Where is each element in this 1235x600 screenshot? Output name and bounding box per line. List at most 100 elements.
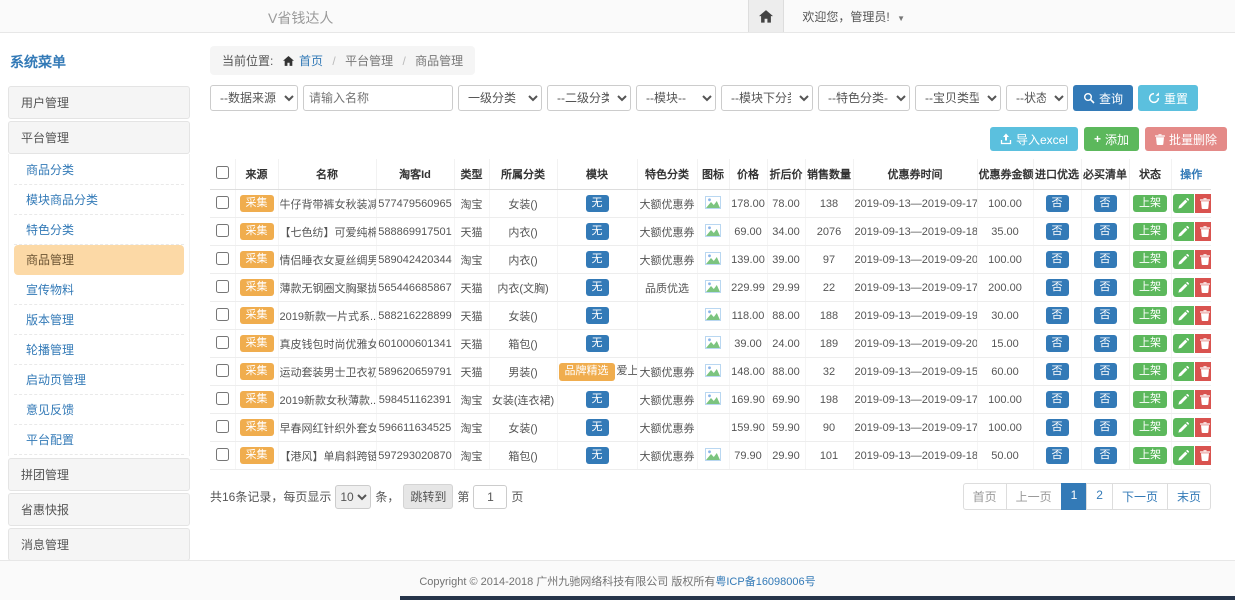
sidebar-item-商品管理[interactable]: 商品管理 bbox=[14, 245, 184, 275]
status-badge[interactable]: 上架 bbox=[1133, 195, 1167, 212]
row-checkbox[interactable] bbox=[216, 196, 229, 209]
delete-button[interactable] bbox=[1195, 446, 1212, 465]
import-select-toggle[interactable]: 否 bbox=[1046, 223, 1069, 240]
delete-button[interactable] bbox=[1195, 362, 1212, 381]
filter-select-宝贝类型[interactable]: --宝贝类型-- bbox=[915, 85, 1001, 111]
delete-button[interactable] bbox=[1195, 306, 1212, 325]
import-select-toggle[interactable]: 否 bbox=[1046, 195, 1069, 212]
sidebar-group-消息管理[interactable]: 消息管理 bbox=[8, 528, 190, 561]
must-buy-toggle[interactable]: 否 bbox=[1094, 391, 1117, 408]
sidebar-item-轮播管理[interactable]: 轮播管理 bbox=[14, 335, 184, 365]
edit-button[interactable] bbox=[1173, 250, 1194, 269]
status-badge[interactable]: 上架 bbox=[1133, 335, 1167, 352]
module-badge[interactable]: 无 bbox=[586, 195, 609, 212]
status-badge[interactable]: 上架 bbox=[1133, 251, 1167, 268]
row-checkbox[interactable] bbox=[216, 224, 229, 237]
delete-button[interactable] bbox=[1195, 390, 1212, 409]
module-badge[interactable]: 无 bbox=[586, 447, 609, 464]
status-badge[interactable]: 上架 bbox=[1133, 391, 1167, 408]
row-checkbox[interactable] bbox=[216, 420, 229, 433]
module-badge[interactable]: 无 bbox=[586, 307, 609, 324]
status-badge[interactable]: 上架 bbox=[1133, 279, 1167, 296]
page-button-下一页[interactable]: 下一页 bbox=[1112, 483, 1168, 510]
page-button-首页[interactable]: 首页 bbox=[963, 483, 1007, 510]
must-buy-toggle[interactable]: 否 bbox=[1094, 363, 1117, 380]
must-buy-toggle[interactable]: 否 bbox=[1094, 195, 1117, 212]
module-badge[interactable]: 无 bbox=[586, 335, 609, 352]
import-select-toggle[interactable]: 否 bbox=[1046, 447, 1069, 464]
breadcrumb-home-link[interactable]: 首页 bbox=[299, 54, 323, 68]
must-buy-toggle[interactable]: 否 bbox=[1094, 223, 1117, 240]
status-badge[interactable]: 上架 bbox=[1133, 419, 1167, 436]
row-checkbox[interactable] bbox=[216, 280, 229, 293]
page-number-input[interactable] bbox=[473, 485, 507, 509]
filter-select-特色分类[interactable]: --特色分类-- bbox=[818, 85, 910, 111]
sidebar-item-特色分类[interactable]: 特色分类 bbox=[14, 215, 184, 245]
page-button-上一页[interactable]: 上一页 bbox=[1006, 483, 1062, 510]
sidebar-group-省惠快报[interactable]: 省惠快报 bbox=[8, 493, 190, 526]
status-badge[interactable]: 上架 bbox=[1133, 223, 1167, 240]
status-badge[interactable]: 上架 bbox=[1133, 447, 1167, 464]
add-button[interactable]: + 添加 bbox=[1084, 127, 1139, 151]
sidebar-item-启动页管理[interactable]: 启动页管理 bbox=[14, 365, 184, 395]
module-badge[interactable]: 无 bbox=[586, 223, 609, 240]
row-checkbox[interactable] bbox=[216, 336, 229, 349]
icp-link[interactable]: 粤ICP备16098006号 bbox=[715, 573, 815, 589]
edit-button[interactable] bbox=[1173, 418, 1194, 437]
search-button[interactable]: 查询 bbox=[1073, 85, 1133, 111]
filter-select-状态[interactable]: --状态-- bbox=[1006, 85, 1068, 111]
import-select-toggle[interactable]: 否 bbox=[1046, 279, 1069, 296]
page-button-末页[interactable]: 末页 bbox=[1167, 483, 1211, 510]
edit-button[interactable] bbox=[1173, 306, 1194, 325]
edit-button[interactable] bbox=[1173, 390, 1194, 409]
row-checkbox[interactable] bbox=[216, 252, 229, 265]
import-select-toggle[interactable]: 否 bbox=[1046, 391, 1069, 408]
import-select-toggle[interactable]: 否 bbox=[1046, 419, 1069, 436]
filter-name-input[interactable] bbox=[303, 85, 453, 111]
edit-button[interactable] bbox=[1173, 446, 1194, 465]
status-badge[interactable]: 上架 bbox=[1133, 363, 1167, 380]
import-select-toggle[interactable]: 否 bbox=[1046, 363, 1069, 380]
sidebar-item-平台配置[interactable]: 平台配置 bbox=[14, 425, 184, 455]
edit-button[interactable] bbox=[1173, 194, 1194, 213]
sidebar-group-拼团管理[interactable]: 拼团管理 bbox=[8, 458, 190, 491]
edit-button[interactable] bbox=[1173, 362, 1194, 381]
row-checkbox[interactable] bbox=[216, 448, 229, 461]
sidebar-group-用户管理[interactable]: 用户管理 bbox=[8, 86, 190, 119]
edit-button[interactable] bbox=[1173, 334, 1194, 353]
import-select-toggle[interactable]: 否 bbox=[1046, 335, 1069, 352]
sidebar-group-平台管理[interactable]: 平台管理 bbox=[8, 121, 190, 154]
delete-button[interactable] bbox=[1195, 250, 1212, 269]
must-buy-toggle[interactable]: 否 bbox=[1094, 447, 1117, 464]
delete-button[interactable] bbox=[1195, 278, 1212, 297]
must-buy-toggle[interactable]: 否 bbox=[1094, 251, 1117, 268]
import-select-toggle[interactable]: 否 bbox=[1046, 251, 1069, 268]
filter-select-模块下分类[interactable]: --模块下分类-- bbox=[721, 85, 813, 111]
home-button[interactable] bbox=[748, 0, 784, 32]
filter-select-一级分类[interactable]: 一级分类 bbox=[458, 85, 542, 111]
reset-button[interactable]: 重置 bbox=[1138, 85, 1198, 111]
import-excel-button[interactable]: 导入excel bbox=[990, 127, 1078, 151]
module-badge[interactable]: 无 bbox=[586, 391, 609, 408]
sidebar-item-意见反馈[interactable]: 意见反馈 bbox=[14, 395, 184, 425]
import-select-toggle[interactable]: 否 bbox=[1046, 307, 1069, 324]
sidebar-item-版本管理[interactable]: 版本管理 bbox=[14, 305, 184, 335]
delete-button[interactable] bbox=[1195, 222, 1212, 241]
row-checkbox[interactable] bbox=[216, 364, 229, 377]
select-all-checkbox[interactable] bbox=[216, 166, 229, 179]
row-checkbox[interactable] bbox=[216, 308, 229, 321]
status-badge[interactable]: 上架 bbox=[1133, 307, 1167, 324]
module-badge[interactable]: 无 bbox=[586, 419, 609, 436]
batch-delete-button[interactable]: 批量删除 bbox=[1145, 127, 1227, 151]
row-checkbox[interactable] bbox=[216, 392, 229, 405]
must-buy-toggle[interactable]: 否 bbox=[1094, 335, 1117, 352]
edit-button[interactable] bbox=[1173, 278, 1194, 297]
edit-button[interactable] bbox=[1173, 222, 1194, 241]
filter-select-模块[interactable]: --模块-- bbox=[636, 85, 716, 111]
must-buy-toggle[interactable]: 否 bbox=[1094, 307, 1117, 324]
page-button-2[interactable]: 2 bbox=[1086, 483, 1113, 510]
sidebar-item-模块商品分类[interactable]: 模块商品分类 bbox=[14, 185, 184, 215]
per-page-select[interactable]: 10 bbox=[335, 485, 371, 509]
module-badge[interactable]: 无 bbox=[586, 279, 609, 296]
welcome-user-menu[interactable]: 欢迎您，管理员! ▼ bbox=[802, 8, 1235, 25]
